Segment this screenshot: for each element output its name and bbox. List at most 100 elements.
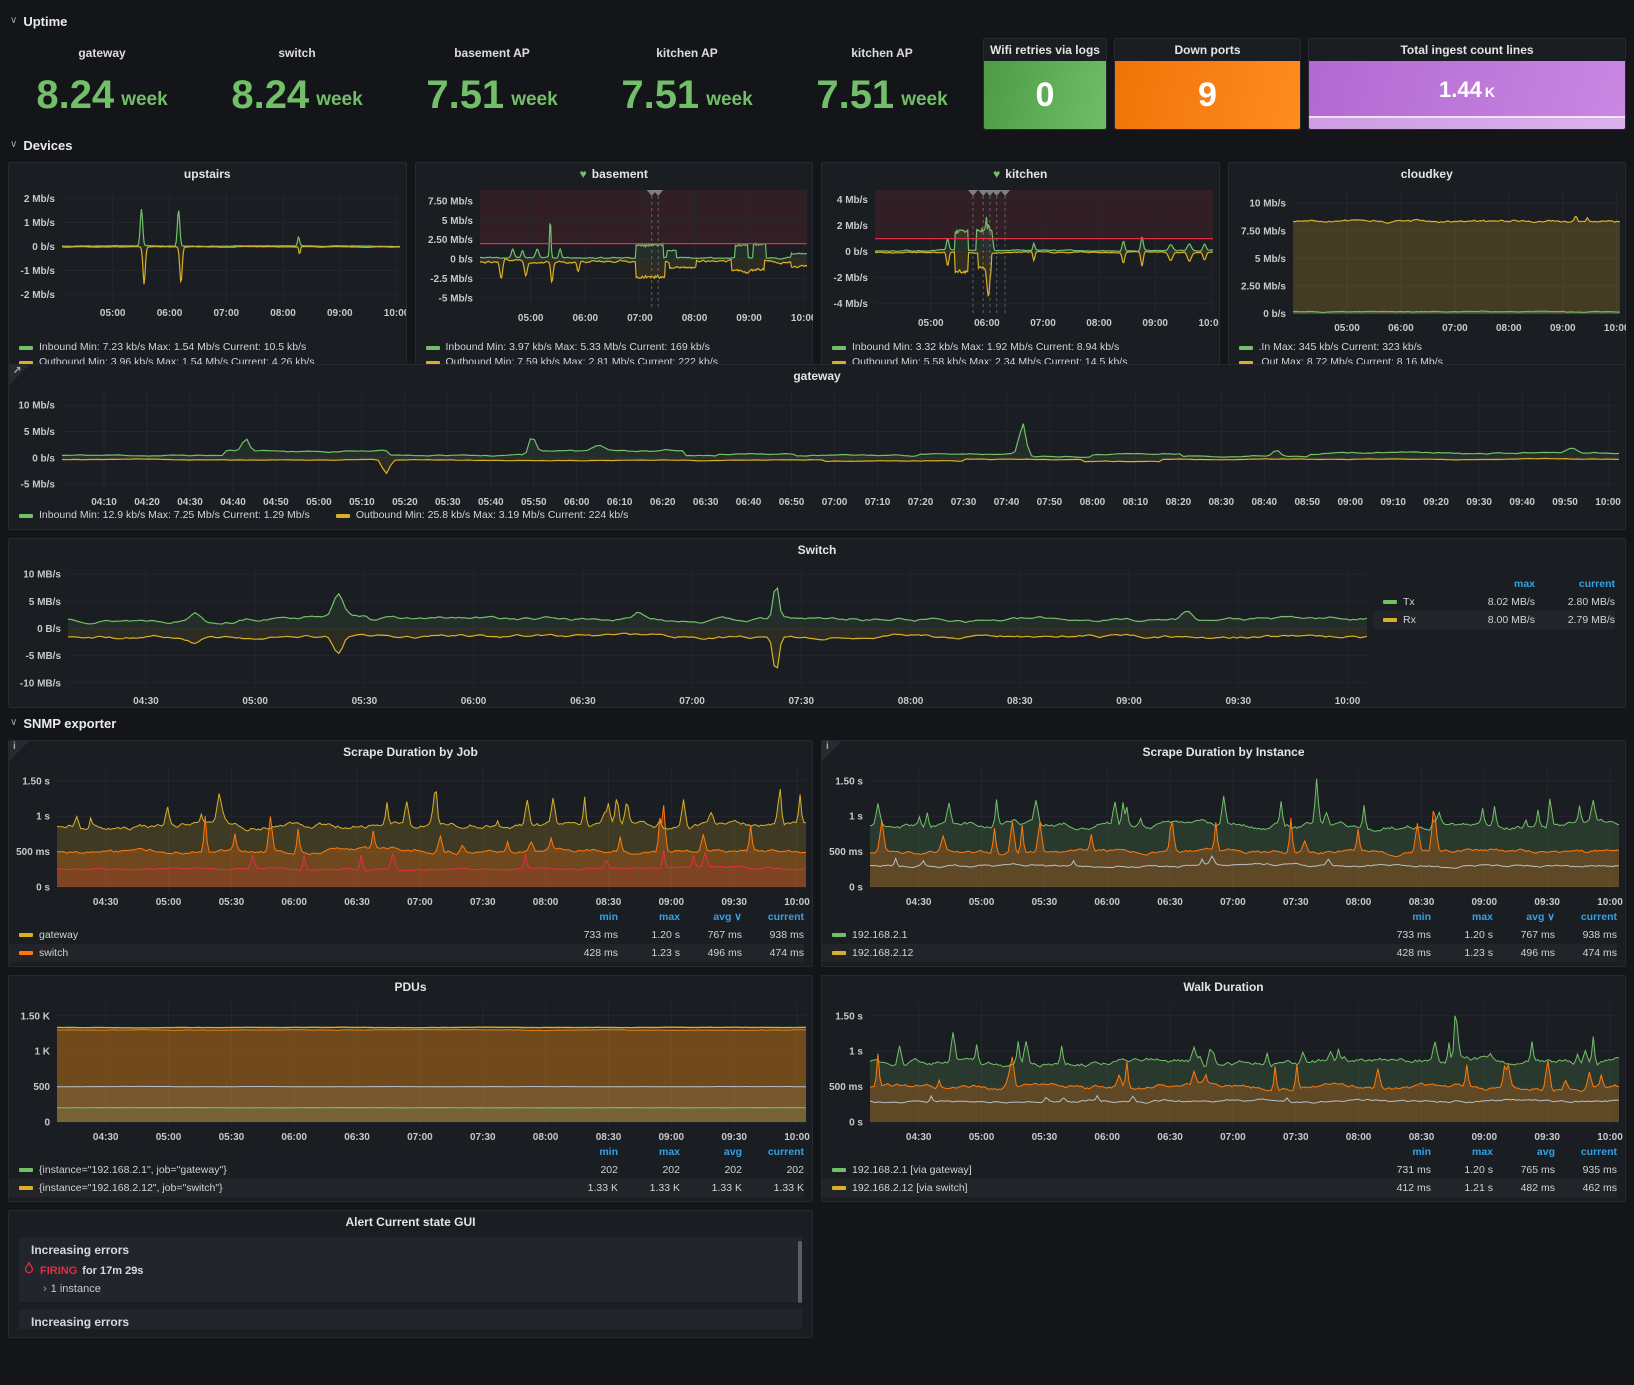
series-name[interactable]: 192.168.2.1 [via gateway] [852,1164,972,1176]
external-link-icon[interactable]: ↗ [13,365,21,376]
svg-text:5 Mb/s: 5 Mb/s [441,216,473,227]
panel-title[interactable]: ♥kitchen [822,163,1219,185]
scrollbar[interactable] [798,1241,802,1303]
svg-text:08:30: 08:30 [1007,696,1033,707]
uptime-stat-basement-ap: basement AP 7.51 week [398,38,586,130]
panel-title[interactable]: Switch [9,539,1625,561]
walk-duration-chart[interactable]: 1.50 s1 s500 ms0 s04:3005:0005:3006:0006… [822,998,1625,1143]
svg-text:06:00: 06:00 [974,318,1000,329]
svg-text:07:00: 07:00 [1030,318,1056,329]
legend-inbound[interactable]: Inbound Min: 7.23 kb/s Max: 1.54 Mb/s Cu… [19,340,396,355]
devices-row: upstairs 2 Mb/s1 Mb/s0 b/s-1 Mb/s-2 Mb/s… [8,162,1626,356]
gateway-chart[interactable]: 10 Mb/s5 Mb/s0 b/s-5 Mb/s04:1004:2004:30… [9,387,1625,508]
panel-title[interactable]: Wifi retries via logs [984,39,1106,61]
pdus-chart[interactable]: 1.50 K1 K500004:3005:0005:3006:0006:3007… [9,998,812,1143]
svg-text:05:30: 05:30 [219,897,245,908]
scrape-instance-chart[interactable]: 1.50 s1 s500 ms0 s04:3005:0005:3006:0006… [822,763,1625,908]
legend-col-current[interactable]: current [1535,578,1615,590]
section-uptime[interactable]: ∨ Uptime [10,12,1626,30]
legend-text: Inbound Min: 3.97 kb/s Max: 5.33 Mb/s Cu… [446,340,710,355]
upstairs-chart[interactable]: 2 Mb/s1 Mb/s0 b/s-1 Mb/s-2 Mb/s05:0006:0… [9,185,406,339]
legend-col-min[interactable]: min [556,911,618,923]
legend-value: 1.33 K [618,1182,680,1194]
svg-text:08:00: 08:00 [1346,1132,1372,1143]
panel-info-corner[interactable] [9,741,29,761]
legend-value: 202 [680,1164,742,1176]
info-icon[interactable]: i [13,741,16,752]
svg-text:05:00: 05:00 [918,318,944,329]
basement-chart[interactable]: 7.50 Mb/s5 Mb/s2.50 Mb/s0 b/s-2.5 Mb/s-5… [416,185,813,339]
panel-title[interactable]: Scrape Duration by Instance [822,741,1625,763]
legend-col-max[interactable]: max [618,1146,680,1158]
legend-col-current[interactable]: current [1555,911,1617,923]
alert-instances[interactable]: ›1 instance [31,1283,790,1295]
stat-title: switch [203,46,391,60]
svg-text:06:30: 06:30 [693,497,719,508]
legend-col-avg[interactable]: avg [1493,1146,1555,1158]
legend-value: 482 ms [1493,1182,1555,1194]
svg-text:08:00: 08:00 [681,313,707,324]
legend-col-avg[interactable]: avg [680,1146,742,1158]
svg-text:09:00: 09:00 [1472,1132,1498,1143]
svg-text:07:40: 07:40 [994,497,1020,508]
panel-title[interactable]: PDUs [9,976,812,998]
cloudkey-chart[interactable]: 10 Mb/s7.50 Mb/s5 Mb/s2.50 Mb/s0 b/s05:0… [1229,185,1626,339]
switch-chart[interactable]: 10 MB/s5 MB/s0 B/s-5 MB/s-10 MB/s04:3005… [9,561,1373,707]
series-name[interactable]: 192.168.2.1 [852,929,907,941]
series-name[interactable]: {instance="192.168.2.1", job="gateway"} [39,1164,227,1176]
panel-title[interactable]: Alert Current state GUI [9,1211,812,1233]
panel-pdus: PDUs 1.50 K1 K500004:3005:0005:3006:0006… [8,975,813,1202]
panel-info-corner[interactable] [822,741,842,761]
legend-col-min[interactable]: min [556,1146,618,1158]
section-snmp-exporter[interactable]: ∨ SNMP exporter [10,714,1626,732]
legend-inbound[interactable]: Inbound Min: 3.32 kb/s Max: 1.92 Mb/s Cu… [832,340,1209,355]
panel-title[interactable]: Total ingest count lines [1309,39,1625,61]
legend-col-avg[interactable]: avg ∨ [1493,911,1555,923]
legend-col-min[interactable]: min [1369,1146,1431,1158]
panel-title[interactable]: Scrape Duration by Job [9,741,812,763]
scrape-job-chart[interactable]: 1.50 s1 s500 ms0 s04:3005:0005:3006:0006… [9,763,812,908]
panel-title[interactable]: Down ports [1115,39,1300,61]
svg-text:06:00: 06:00 [572,313,598,324]
series-name[interactable]: switch [39,947,68,959]
svg-text:7.50 Mb/s: 7.50 Mb/s [427,196,472,207]
legend-outbound[interactable]: Outbound Min: 25.8 kb/s Max: 3.19 Mb/s C… [336,508,629,523]
series-name[interactable]: 192.168.2.12 [via switch] [852,1182,968,1194]
legend-col-max[interactable]: max [1431,1146,1493,1158]
legend-col-current[interactable]: current [1555,1146,1617,1158]
series-name[interactable]: Rx [1403,614,1416,626]
panel-title[interactable]: Walk Duration [822,976,1625,998]
panel-title[interactable]: gateway [9,365,1625,387]
svg-text:04:30: 04:30 [177,497,203,508]
panel-title[interactable]: ♥basement [416,163,813,185]
legend-in[interactable]: .In Max: 345 kb/s Current: 323 kb/s [1239,340,1616,355]
legend-col-max[interactable]: max [1431,911,1493,923]
legend-value: 731 ms [1369,1164,1431,1176]
legend-inbound[interactable]: Inbound Min: 3.97 kb/s Max: 5.33 Mb/s Cu… [426,340,803,355]
legend-value: 412 ms [1369,1182,1431,1194]
alert-item[interactable]: Increasing errors FIRING for 17m 29s ›1 … [19,1237,802,1302]
series-name[interactable]: 192.168.2.12 [852,947,913,959]
section-devices[interactable]: ∨ Devices [10,136,1626,154]
svg-text:07:30: 07:30 [1283,897,1309,908]
legend-value: 1.23 s [618,947,680,959]
switch-legend-table: maxcurrentTx8.02 MB/s2.80 MB/sRx8.00 MB/… [1373,561,1625,707]
series-name[interactable]: Tx [1403,596,1415,608]
legend-col-avg[interactable]: avg ∨ [680,911,742,923]
kitchen-chart[interactable]: 4 Mb/s2 Mb/s0 b/s-2 Mb/s-4 Mb/s05:0006:0… [822,185,1219,339]
snmp-grid: i Scrape Duration by Job 1.50 s1 s500 ms… [8,740,1626,1202]
svg-text:04:30: 04:30 [133,696,159,707]
legend-col-current[interactable]: current [742,1146,804,1158]
legend-col-current[interactable]: current [742,911,804,923]
series-swatch [1383,600,1397,604]
series-name[interactable]: gateway [39,929,78,941]
alert-item[interactable]: Increasing errors [19,1309,802,1329]
legend-col-max[interactable]: max [618,911,680,923]
series-name[interactable]: {instance="192.168.2.12", job="switch"} [39,1182,223,1194]
legend-inbound[interactable]: Inbound Min: 12.9 kb/s Max: 7.25 Mb/s Cu… [19,508,310,523]
panel-title[interactable]: cloudkey [1229,163,1626,185]
legend-col-max[interactable]: max [1455,578,1535,590]
info-icon[interactable]: i [826,741,829,752]
panel-title[interactable]: upstairs [9,163,406,185]
legend-col-min[interactable]: min [1369,911,1431,923]
